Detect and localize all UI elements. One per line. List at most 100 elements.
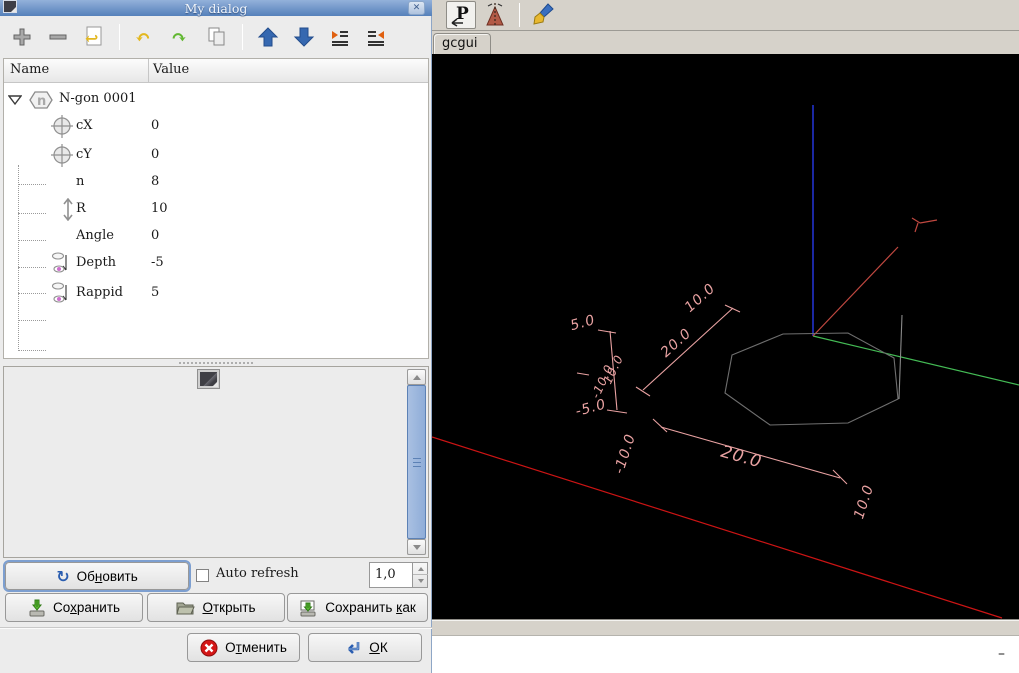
status-strip — [432, 619, 1019, 635]
tree-row-angle[interactable]: Angle 0 — [4, 223, 428, 250]
copy-icon — [208, 27, 225, 46]
tree-item-value[interactable]: 0 — [151, 118, 159, 133]
spin-down-button[interactable] — [413, 575, 428, 587]
tree-guide-line — [18, 320, 46, 321]
cancel-button[interactable]: Отменить — [187, 633, 300, 662]
tree-row-rappid[interactable]: Rappid 5 — [4, 280, 428, 307]
tree-item-label[interactable]: R — [76, 201, 86, 216]
image-placeholder-icon — [197, 369, 220, 389]
green-axis — [812, 335, 1019, 386]
tree-item-label[interactable]: Rappid — [76, 285, 123, 300]
spin-up-button[interactable] — [413, 563, 428, 575]
x-axis — [431, 436, 1003, 619]
cone-tool-button[interactable] — [480, 1, 510, 29]
tree-item-value[interactable]: 8 — [151, 174, 159, 189]
preview-scrollbar[interactable] — [407, 369, 426, 555]
refresh-button-label: Обновить — [76, 568, 138, 584]
refresh-button[interactable]: ↻ Обновить — [3, 560, 191, 592]
preview-panel[interactable] — [3, 366, 429, 558]
undo-button[interactable]: ↶ — [133, 25, 157, 49]
move-up-button[interactable] — [256, 25, 280, 49]
interval-value[interactable]: 1,0 — [375, 567, 396, 582]
column-header-value[interactable]: Value — [153, 62, 189, 77]
output-panel: – — [432, 635, 1019, 673]
3d-viewport[interactable]: 5.0 10.0 -10.0 -5.0 20.0 10.0 -10.0 20.0… — [431, 54, 1019, 619]
tree-item-label[interactable]: cX — [76, 118, 93, 133]
open-button[interactable]: Открыть — [147, 593, 285, 622]
svg-text:↩: ↩ — [85, 29, 98, 48]
dialog-titlebar[interactable]: My dialog ✕ — [0, 0, 432, 16]
thumb-grip — [413, 458, 421, 468]
tree-item-label[interactable]: N-gon 0001 — [59, 91, 137, 106]
redo-button[interactable]: ↷ — [169, 25, 193, 49]
copy-button[interactable] — [205, 25, 229, 49]
add-button[interactable] — [10, 25, 34, 49]
letter-p-icon: P — [451, 4, 469, 27]
cancel-button-label: Отменить — [225, 640, 287, 655]
tree-guide-line — [18, 350, 46, 351]
splitter-grip — [178, 361, 254, 365]
dim-label: 10.0 — [851, 483, 877, 521]
tree-item-value[interactable]: 0 — [151, 228, 159, 243]
toolbar-separator — [519, 3, 520, 27]
tab-gcgui[interactable]: gcgui — [433, 33, 491, 54]
save-button-label: Сохранить — [52, 600, 121, 615]
button-separator — [0, 627, 432, 629]
remove-button[interactable] — [46, 25, 70, 49]
tree-item-label[interactable]: n — [76, 174, 84, 189]
undo-icon: ↶ — [135, 27, 151, 49]
splitter-handle[interactable] — [0, 359, 432, 366]
interval-spinbox[interactable]: 1,0 — [369, 562, 428, 588]
spin-buttons — [412, 563, 428, 587]
tree-item-value[interactable]: 0 — [151, 147, 159, 162]
column-divider[interactable] — [148, 59, 149, 83]
svg-text:n: n — [37, 94, 46, 109]
move-down-button[interactable] — [292, 25, 316, 49]
tree-row-cy[interactable]: cY 0 — [4, 142, 428, 169]
tree-row-depth[interactable]: Depth -5 — [4, 250, 428, 277]
indent-button[interactable] — [328, 25, 352, 49]
tree-item-value[interactable]: 5 — [151, 285, 159, 300]
tree-row-cx[interactable]: cX 0 — [4, 113, 428, 140]
tree-item-value[interactable]: -5 — [151, 255, 164, 270]
ok-arrow-icon — [348, 641, 360, 654]
revert-button[interactable]: ↩ — [82, 25, 106, 49]
column-header-name[interactable]: Name — [10, 62, 49, 77]
ok-button[interactable]: ОК — [308, 633, 422, 662]
svg-text:P: P — [456, 4, 469, 24]
tree-header[interactable]: Name Value — [4, 59, 428, 83]
tree-item-label[interactable]: Angle — [76, 228, 114, 243]
dim-label: 10.0 — [682, 280, 719, 315]
tree-row-r[interactable]: R 10 — [4, 196, 428, 223]
save-button[interactable]: Сохранить — [5, 593, 143, 622]
minus-icon — [49, 34, 67, 40]
property-tree[interactable]: Name Value n N-gon 0001 cX 0 cY 0 n 8 R … — [3, 58, 429, 359]
expander-icon[interactable] — [8, 94, 22, 106]
tab-bar: gcgui — [432, 31, 1019, 54]
tab-label: gcgui — [442, 36, 478, 51]
dim-label: -10.0 — [611, 432, 639, 476]
scroll-down-button[interactable] — [407, 539, 426, 555]
svg-text:↶: ↶ — [135, 27, 151, 49]
tree-row-n[interactable]: n 8 — [4, 169, 428, 196]
unindent-button[interactable] — [364, 25, 388, 49]
dialog-toolbar: ↩ ↶ ↷ — [0, 16, 432, 58]
screen: P gcgui 5.0 10.0 -10.0 -5.0 20.0 10.0 -1… — [0, 0, 1019, 673]
scroll-up-button[interactable] — [407, 369, 426, 385]
tree-row-ngon[interactable]: n N-gon 0001 — [4, 86, 428, 113]
auto-refresh-checkbox[interactable] — [196, 569, 209, 582]
tree-item-label[interactable]: Depth — [76, 255, 116, 270]
close-button[interactable]: ✕ — [408, 1, 425, 15]
dim-label: 20.0 — [719, 442, 765, 473]
tree-item-label[interactable]: cY — [76, 147, 92, 162]
cad-scene: 5.0 10.0 -10.0 -5.0 20.0 10.0 -10.0 20.0… — [431, 105, 1019, 619]
y-axis — [812, 217, 938, 337]
tree-item-value[interactable]: 10 — [151, 201, 168, 216]
letter-p-tool-button[interactable]: P — [446, 1, 476, 29]
save-as-button[interactable]: Сохранить как — [287, 593, 428, 622]
cone-icon — [486, 3, 504, 27]
scrollbar-thumb[interactable] — [407, 385, 426, 539]
dialog-title: My dialog — [184, 0, 248, 16]
brush-tool-button[interactable] — [529, 1, 559, 29]
position-icon — [51, 144, 73, 167]
